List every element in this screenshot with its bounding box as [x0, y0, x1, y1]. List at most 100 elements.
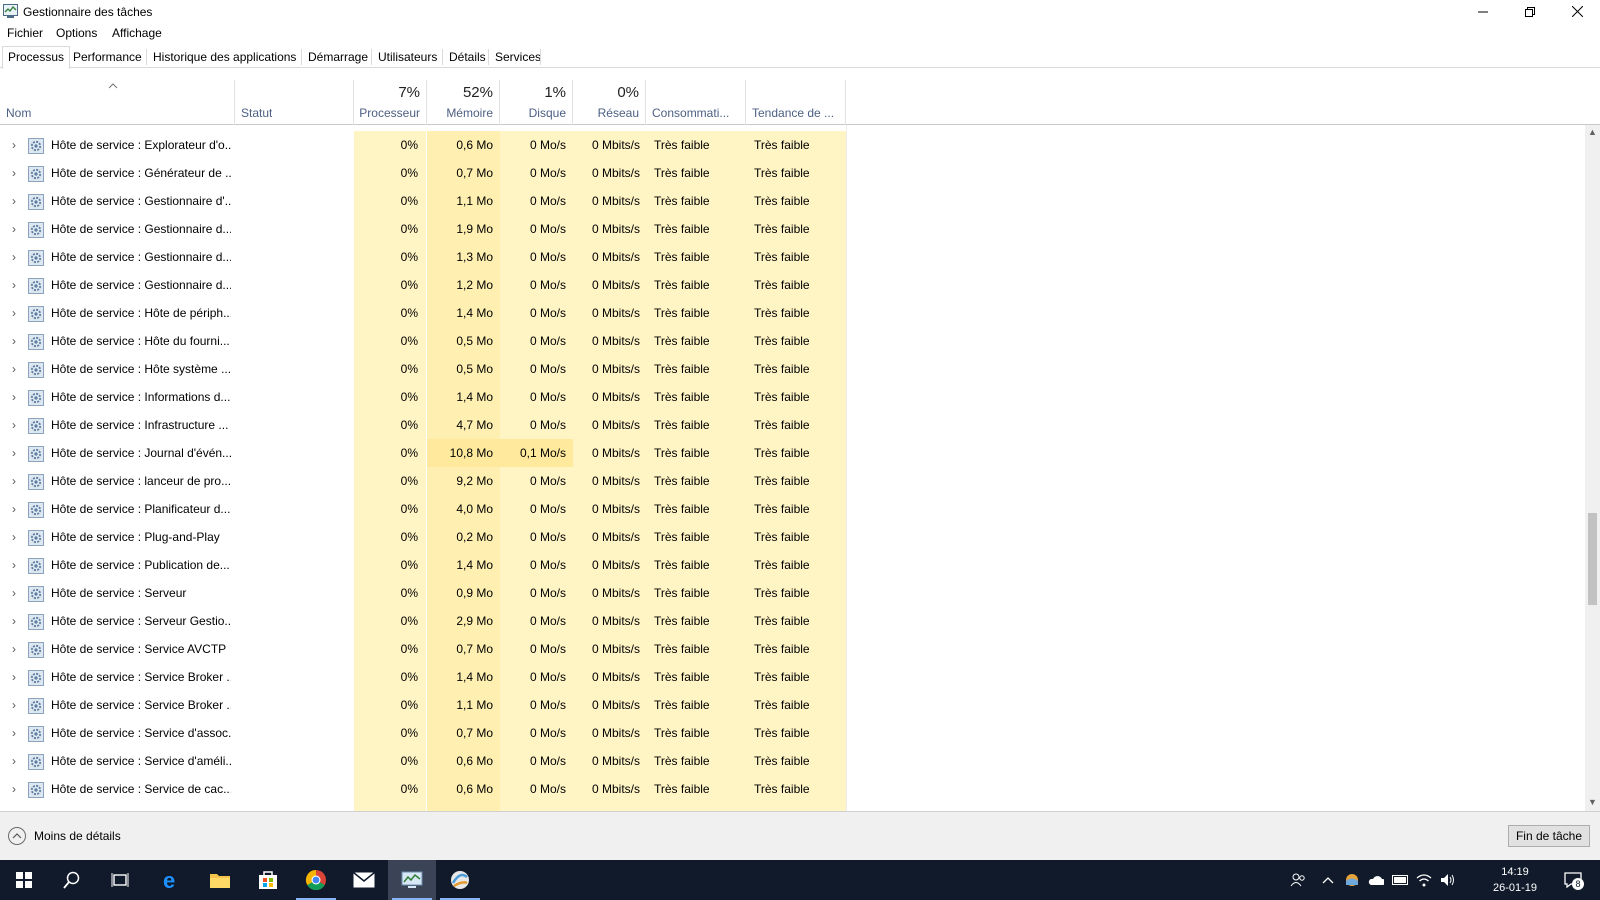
search-button[interactable] [48, 860, 96, 900]
notification-center-button[interactable]: 8 [1562, 870, 1584, 890]
table-row[interactable]: › Hôte de service : Gestionnaire d'... 0… [0, 187, 1585, 215]
expand-icon[interactable]: › [8, 243, 20, 271]
expand-icon[interactable]: › [8, 663, 20, 691]
less-details-link[interactable]: Moins de détails [34, 829, 121, 843]
expand-icon[interactable]: › [8, 159, 20, 187]
table-row[interactable]: › Hôte de service : Serveur 0% 0,9 Mo 0 … [0, 579, 1585, 607]
table-row[interactable]: › Hôte de service : Service de cac... 0%… [0, 775, 1585, 803]
header-status[interactable]: Statut [235, 80, 354, 125]
table-row[interactable]: › Hôte de service : Service Broker ... 0… [0, 691, 1585, 719]
process-memory: 4,7 Mo [427, 411, 500, 439]
header-power[interactable]: Consommati... [646, 80, 746, 125]
table-row[interactable]: › Hôte de service : Informations d... 0%… [0, 383, 1585, 411]
tab-processes[interactable]: Processus [2, 46, 71, 69]
people-icon[interactable] [1290, 872, 1306, 888]
menu-options[interactable]: Options [56, 26, 97, 40]
table-row[interactable]: › Hôte de service : Service d'améli... 0… [0, 747, 1585, 775]
expand-icon[interactable]: › [8, 551, 20, 579]
chevron-up-tray-icon[interactable] [1320, 872, 1336, 888]
tab-services[interactable]: Services [489, 46, 547, 68]
minimize-button[interactable] [1460, 0, 1506, 23]
expand-icon[interactable]: › [8, 299, 20, 327]
expand-icon[interactable]: › [8, 523, 20, 551]
scroll-down-icon[interactable]: ▼ [1585, 797, 1600, 809]
chrome-button[interactable] [292, 860, 340, 900]
expand-icon[interactable]: › [8, 775, 20, 803]
tab-details[interactable]: Détails [443, 46, 492, 68]
table-row[interactable]: › Hôte de service : Infrastructure ... 0… [0, 411, 1585, 439]
expand-icon[interactable]: › [8, 271, 20, 299]
tab-users[interactable]: Utilisateurs [372, 46, 443, 68]
task-view-button[interactable] [96, 860, 144, 900]
expand-icon[interactable]: › [8, 383, 20, 411]
header-network[interactable]: 0% Réseau [573, 80, 646, 125]
tab-performance[interactable]: Performance [67, 46, 148, 68]
menu-file[interactable]: Fichier [7, 26, 43, 40]
wifi-icon[interactable] [1416, 872, 1432, 888]
expand-icon[interactable]: › [8, 467, 20, 495]
clock[interactable]: 14:19 26-01-19 [1485, 864, 1545, 896]
start-button[interactable] [0, 860, 48, 900]
expand-icon[interactable]: › [8, 327, 20, 355]
table-row[interactable]: › Hôte de service : Gestionnaire d... 0%… [0, 271, 1585, 299]
table-row[interactable]: › Hôte de service : Publication de... 0%… [0, 551, 1585, 579]
tab-app-history[interactable]: Historique des applications [147, 46, 302, 68]
process-cpu: 0% [354, 719, 426, 747]
volume-icon[interactable] [1440, 872, 1456, 888]
expand-icon[interactable]: › [8, 635, 20, 663]
weather-icon[interactable] [1344, 872, 1360, 888]
mail-button[interactable] [340, 860, 388, 900]
table-row[interactable]: › Hôte de service : Hôte de périph... 0%… [0, 299, 1585, 327]
table-row[interactable]: › Hôte de service : Journal d'évén... 0%… [0, 439, 1585, 467]
table-row[interactable]: › Hôte de service : Serveur Gestio... 0%… [0, 607, 1585, 635]
pinned-app-button[interactable] [436, 860, 484, 900]
expand-icon[interactable]: › [8, 747, 20, 775]
chevron-up-icon[interactable] [8, 827, 26, 845]
table-row[interactable]: › Hôte de service : lanceur de pro... 0%… [0, 467, 1585, 495]
scroll-up-icon[interactable]: ▲ [1585, 127, 1600, 139]
file-explorer-button[interactable] [196, 860, 244, 900]
edge-button[interactable]: e [148, 860, 196, 900]
menu-view[interactable]: Affichage [112, 26, 162, 40]
expand-icon[interactable]: › [8, 579, 20, 607]
table-row[interactable]: › Hôte de service : Générateur de ... 0%… [0, 159, 1585, 187]
expand-icon[interactable]: › [8, 131, 20, 159]
table-row[interactable]: › Hôte de service : Explorateur d'o... 0… [0, 131, 1585, 159]
table-row[interactable]: › Hôte de service : Gestionnaire d... 0%… [0, 243, 1585, 271]
expand-icon[interactable]: › [8, 215, 20, 243]
header-power-trend[interactable]: Tendance de ... [746, 80, 846, 125]
scrollbar-thumb[interactable] [1588, 513, 1597, 605]
expand-icon[interactable]: › [8, 355, 20, 383]
expand-icon[interactable]: › [8, 411, 20, 439]
store-button[interactable] [244, 860, 292, 900]
table-row[interactable] [0, 803, 1585, 811]
process-power-trend-partial [746, 803, 846, 811]
process-name: Hôte de service : Gestionnaire d... [51, 222, 231, 236]
table-row[interactable]: › Hôte de service : Planificateur d... 0… [0, 495, 1585, 523]
table-row[interactable]: › Hôte de service : Hôte du fourni... 0%… [0, 327, 1585, 355]
table-row[interactable]: › Hôte de service : Gestionnaire d... 0%… [0, 215, 1585, 243]
battery-icon[interactable] [1392, 872, 1408, 888]
restore-button[interactable] [1507, 0, 1553, 23]
end-task-button[interactable]: Fin de tâche [1508, 825, 1590, 847]
expand-icon[interactable]: › [8, 439, 20, 467]
table-row[interactable]: › Hôte de service : Service Broker ... 0… [0, 663, 1585, 691]
table-row[interactable]: › Hôte de service : Service AVCTP 0% 0,7… [0, 635, 1585, 663]
table-row[interactable]: › Hôte de service : Service d'assoc... 0… [0, 719, 1585, 747]
expand-icon[interactable]: › [8, 187, 20, 215]
task-manager-button[interactable] [388, 860, 436, 900]
close-button[interactable] [1554, 0, 1600, 23]
expand-icon[interactable]: › [8, 719, 20, 747]
table-row[interactable]: › Hôte de service : Hôte système ... 0% … [0, 355, 1585, 383]
header-disk[interactable]: 1% Disque [500, 80, 573, 125]
header-name[interactable]: Nom [0, 80, 235, 125]
onedrive-icon[interactable] [1368, 872, 1384, 888]
vertical-scrollbar[interactable]: ▲ ▼ [1585, 125, 1600, 811]
expand-icon[interactable]: › [8, 691, 20, 719]
expand-icon[interactable]: › [8, 607, 20, 635]
expand-icon[interactable]: › [8, 495, 20, 523]
header-cpu[interactable]: 7% Processeur [354, 80, 427, 125]
table-row[interactable]: › Hôte de service : Plug-and-Play 0% 0,2… [0, 523, 1585, 551]
header-memory[interactable]: 52% Mémoire [427, 80, 500, 125]
tab-startup[interactable]: Démarrage [302, 46, 374, 68]
